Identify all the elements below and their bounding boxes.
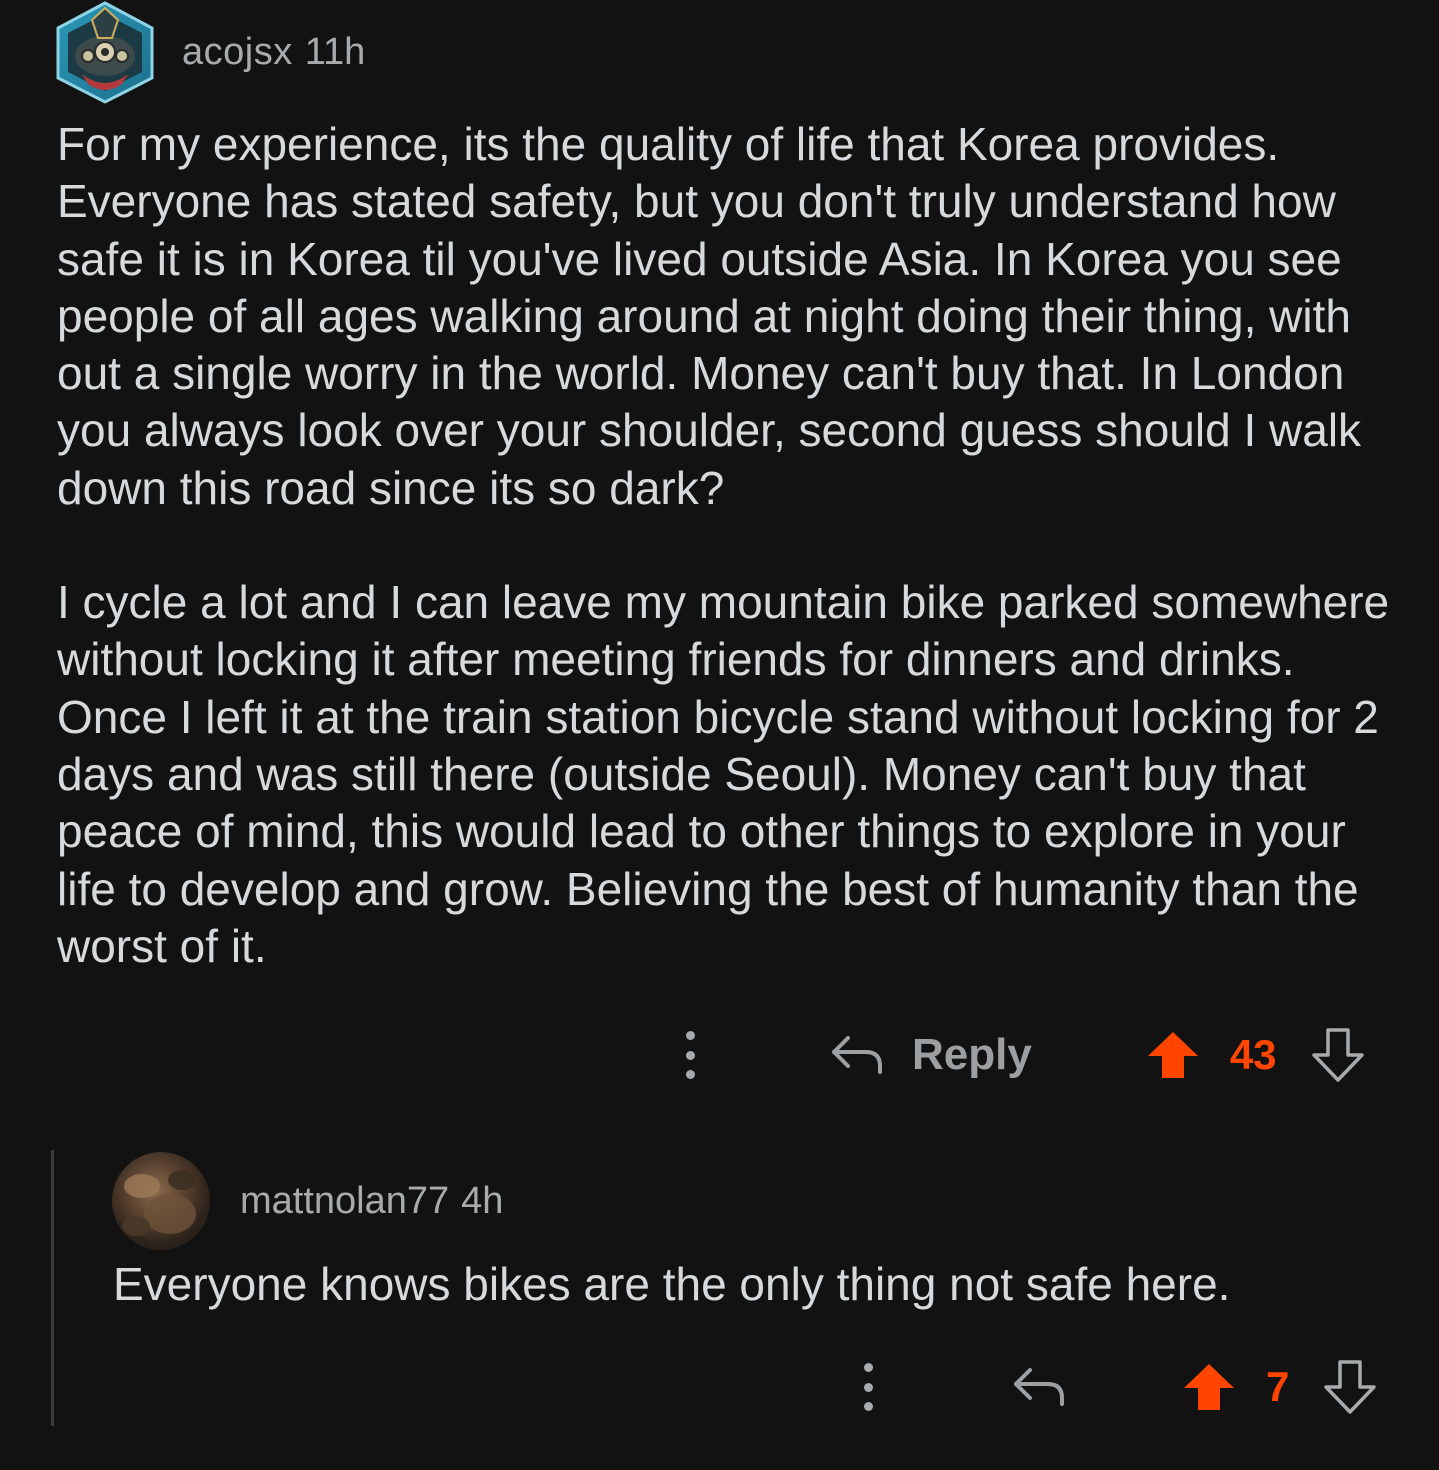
reply-label: Reply bbox=[912, 1030, 1032, 1079]
comment-age: 11h bbox=[304, 30, 366, 73]
kebab-menu-icon[interactable] bbox=[848, 1357, 888, 1417]
avatar[interactable] bbox=[52, 0, 158, 104]
upvote-arrow-icon[interactable] bbox=[1182, 1362, 1236, 1412]
reply-author[interactable]: mattnolan77 bbox=[240, 1180, 449, 1223]
comment-actions: Reply 43 bbox=[670, 1020, 1390, 1090]
downvote-arrow-icon[interactable] bbox=[1311, 1027, 1365, 1083]
downvote-arrow-icon[interactable] bbox=[1323, 1359, 1377, 1415]
comment-author[interactable]: acojsx bbox=[182, 31, 293, 74]
kebab-menu-icon[interactable] bbox=[670, 1025, 710, 1085]
comment-thread: acojsx 11h For my experience, its the qu… bbox=[0, 0, 1439, 1470]
reply-button[interactable]: Reply bbox=[830, 1030, 1032, 1080]
reply-actions: 7 bbox=[848, 1352, 1388, 1422]
comment-header: acojsx 11h bbox=[52, 0, 365, 104]
upvote-arrow-icon[interactable] bbox=[1146, 1030, 1200, 1080]
comment-paragraph: I cycle a lot and I can leave my mountai… bbox=[57, 576, 1390, 972]
reply-body: Everyone knows bikes are the only thing … bbox=[113, 1258, 1231, 1310]
vote-count: 43 bbox=[1229, 1031, 1277, 1078]
vote-count: 7 bbox=[1266, 1363, 1290, 1410]
avatar[interactable] bbox=[112, 1152, 210, 1250]
reply-age: 4h bbox=[461, 1179, 504, 1222]
reply-arrow-icon bbox=[832, 1036, 882, 1074]
comment-body: For my experience, its the quality of li… bbox=[57, 116, 1397, 975]
comment-paragraph: For my experience, its the quality of li… bbox=[57, 118, 1362, 514]
reply-arrow-icon[interactable] bbox=[1012, 1366, 1066, 1408]
reply-header: mattnolan77 4h bbox=[112, 1150, 503, 1252]
thread-line[interactable] bbox=[51, 1150, 54, 1426]
